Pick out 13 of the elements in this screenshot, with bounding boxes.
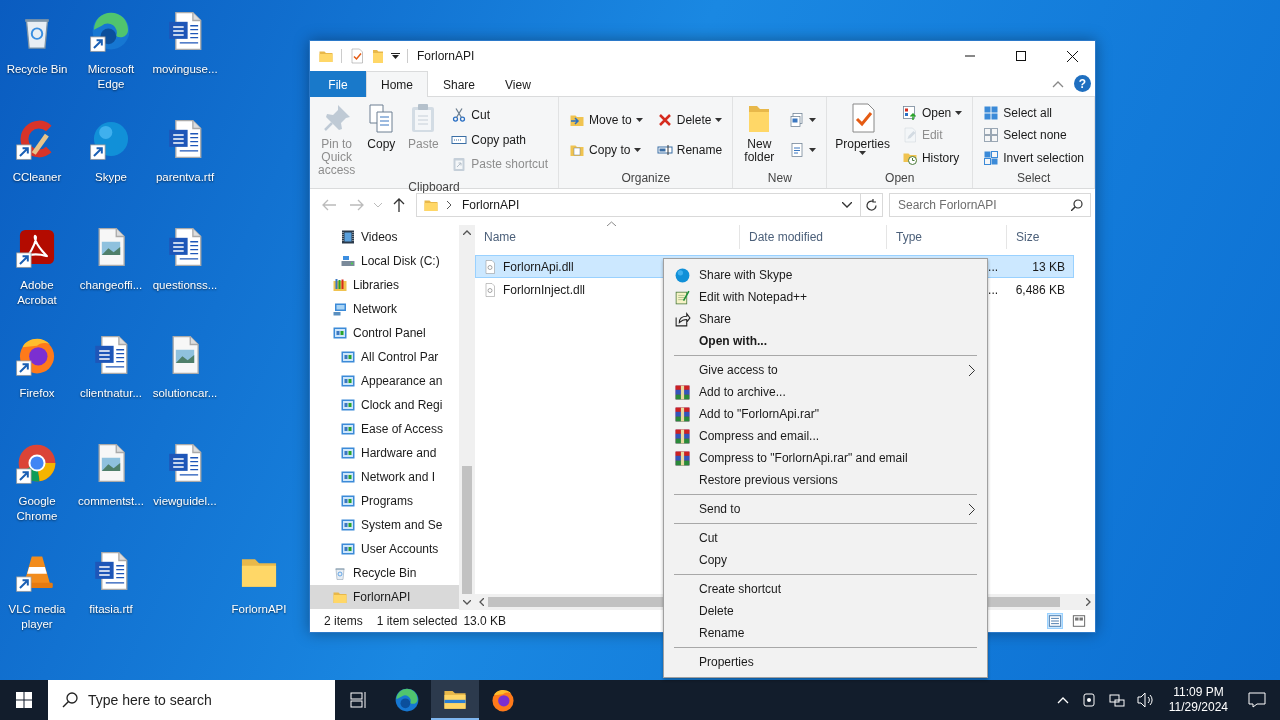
status-text: 2 items — [324, 614, 363, 628]
group-label: Select — [1015, 170, 1052, 187]
file-type: ... — [988, 282, 999, 297]
file-size: 13 KB — [1032, 259, 1065, 274]
status-text: 13.0 KB — [463, 614, 507, 628]
window-title: ForlornAPI — [417, 49, 475, 63]
group-label: Organize — [620, 170, 672, 187]
group-label: Open — [884, 170, 916, 187]
file-size: 6,486 KB — [1015, 282, 1065, 297]
group-label: Clipboard — [407, 179, 461, 195]
status-text: 1 item selected — [376, 614, 458, 628]
group-label: New — [766, 170, 793, 187]
file-type: ... — [988, 259, 999, 274]
